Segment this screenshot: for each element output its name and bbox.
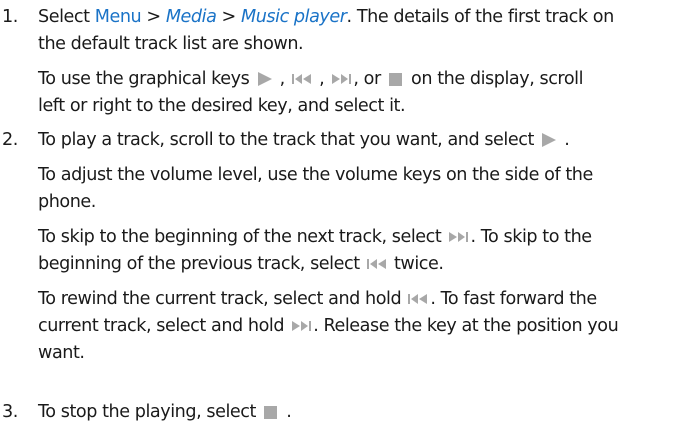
step-2-paragraph-4: To rewind the current track, select and … — [38, 289, 619, 363]
previous-track-icon — [407, 291, 429, 307]
step-number: 1. — [2, 7, 18, 27]
step-number: 3. — [2, 402, 18, 422]
step-number: 2. — [2, 130, 18, 150]
next-track-icon — [290, 318, 312, 334]
previous-track-icon — [291, 71, 313, 87]
step-3-paragraph-1: To stop the playing, select . — [38, 402, 292, 422]
step-2-paragraph-1: To play a track, scroll to the track tha… — [38, 130, 570, 150]
next-track-icon — [447, 229, 469, 245]
step-2-paragraph-2: To adjust the volume level, use the volu… — [38, 165, 593, 212]
play-icon — [256, 71, 274, 87]
step-2-paragraph-3: To skip to the beginning of the next tra… — [38, 227, 592, 274]
music-player-link[interactable]: Music player — [241, 7, 347, 27]
menu-link[interactable]: Menu — [95, 7, 142, 27]
stop-icon — [387, 71, 405, 87]
play-icon — [540, 132, 558, 148]
media-link[interactable]: Media — [166, 7, 217, 27]
step-1-paragraph-1: Select Menu > Media > Music player. The … — [38, 7, 614, 54]
previous-track-icon — [366, 256, 388, 272]
next-track-icon — [330, 71, 352, 87]
step-1-paragraph-2: To use the graphical keys , , , or on th… — [38, 69, 584, 116]
stop-icon — [262, 404, 280, 420]
